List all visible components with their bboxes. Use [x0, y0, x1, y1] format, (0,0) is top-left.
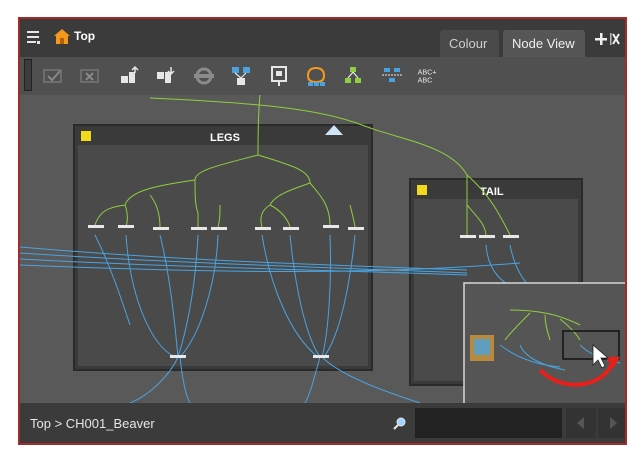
group-breadcrumb[interactable]: Top > CH001_Beaver [30, 416, 155, 431]
node-canvas[interactable]: LEGS TAIL [20, 95, 625, 403]
disable-icon[interactable] [78, 64, 102, 88]
mask-icon[interactable] [304, 64, 328, 88]
menu-icon[interactable] [27, 30, 41, 44]
tree-icon[interactable] [341, 64, 365, 88]
enable-icon[interactable] [41, 64, 65, 88]
breadcrumb-top[interactable]: Top [74, 29, 95, 43]
add-view-icon[interactable] [595, 33, 607, 45]
search-input[interactable] [415, 408, 562, 438]
group-marker-icon [81, 131, 91, 141]
node-view-toolbar: ABC+ ABC [20, 57, 625, 95]
toolbar-grip[interactable] [24, 59, 32, 91]
arrange-icon[interactable] [380, 64, 404, 88]
title-bar: Top Colour Node View [20, 19, 625, 57]
node-graph[interactable]: LEGS TAIL [20, 95, 625, 403]
rotate-icon[interactable] [192, 64, 216, 88]
text-case-icon[interactable]: ABC+ ABC [416, 64, 440, 88]
close-view-icon[interactable] [610, 33, 620, 45]
arrow-right-icon [610, 417, 617, 429]
group-marker-icon [417, 185, 427, 195]
move-down-icon[interactable] [153, 64, 177, 88]
status-bar: Top > CH001_Beaver [20, 403, 625, 443]
legs-group-label: LEGS [210, 132, 240, 144]
peg-icon[interactable] [267, 64, 291, 88]
home-icon[interactable] [54, 29, 70, 44]
network-icon[interactable] [229, 64, 253, 88]
arrow-left-icon [577, 417, 584, 429]
move-up-icon[interactable] [117, 64, 141, 88]
tab-node-view[interactable]: Node View [503, 30, 585, 57]
node-view-window: Top Colour Node View ABC+ ABC LEGS TAIL … [18, 17, 627, 445]
svg-text:ABC: ABC [418, 75, 433, 84]
previous-button[interactable] [566, 408, 596, 438]
tab-colour[interactable]: Colour [440, 30, 499, 57]
next-button[interactable] [598, 408, 625, 438]
search-icon [393, 417, 406, 430]
